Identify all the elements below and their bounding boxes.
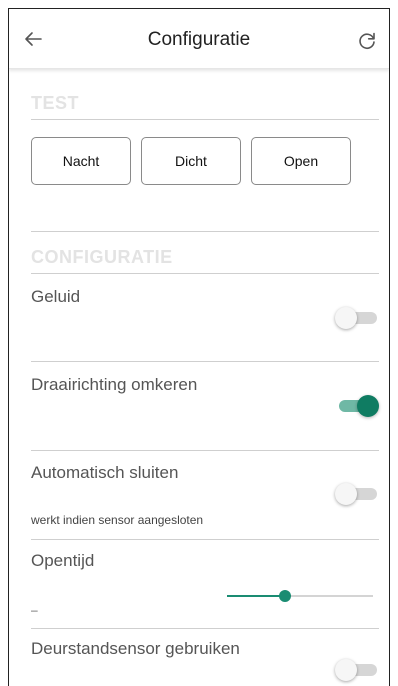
draairichting-toggle[interactable] bbox=[335, 395, 379, 417]
automatisch-sluiten-toggle[interactable] bbox=[335, 483, 379, 505]
divider bbox=[31, 119, 379, 120]
dicht-button[interactable]: Dicht bbox=[141, 137, 241, 185]
deurstandsensor-toggle[interactable] bbox=[335, 659, 379, 681]
toggle-knob bbox=[335, 307, 357, 329]
setting-label-draairichting: Draairichting omkeren bbox=[31, 375, 198, 394]
slider-fill bbox=[227, 595, 286, 597]
divider bbox=[31, 539, 379, 540]
setting-hint-sensor: werkt indien sensor aangesloten bbox=[31, 513, 204, 527]
toggle-knob bbox=[335, 483, 357, 505]
opentijd-value: – bbox=[31, 603, 38, 617]
section-title-configuratie: CONFIGURATIE bbox=[31, 247, 173, 267]
page-title: Configuratie bbox=[147, 29, 251, 50]
toggle-knob bbox=[357, 395, 379, 417]
opentijd-slider[interactable] bbox=[227, 589, 373, 603]
geluid-toggle[interactable] bbox=[335, 307, 379, 329]
toggle-knob bbox=[335, 659, 357, 681]
nacht-button[interactable]: Nacht bbox=[31, 137, 131, 185]
refresh-icon[interactable] bbox=[355, 29, 379, 53]
open-button[interactable]: Open bbox=[251, 137, 351, 185]
app-bar: Configuratie bbox=[9, 9, 389, 69]
setting-label-opentijd: Opentijd bbox=[31, 551, 95, 570]
setting-label-automatisch-sluiten: Automatisch sluiten bbox=[31, 463, 179, 482]
divider bbox=[31, 231, 379, 232]
divider bbox=[31, 450, 379, 451]
divider bbox=[31, 361, 379, 362]
setting-label-deurstandsensor: Deurstandsensor gebruiken bbox=[31, 639, 240, 658]
slider-thumb[interactable] bbox=[279, 590, 292, 602]
divider bbox=[31, 628, 379, 629]
app-frame: Configuratie TEST Nacht Dicht Open CONFI… bbox=[8, 8, 390, 686]
setting-label-geluid: Geluid bbox=[31, 287, 81, 306]
section-title-test: TEST bbox=[31, 93, 80, 113]
divider bbox=[31, 273, 379, 274]
